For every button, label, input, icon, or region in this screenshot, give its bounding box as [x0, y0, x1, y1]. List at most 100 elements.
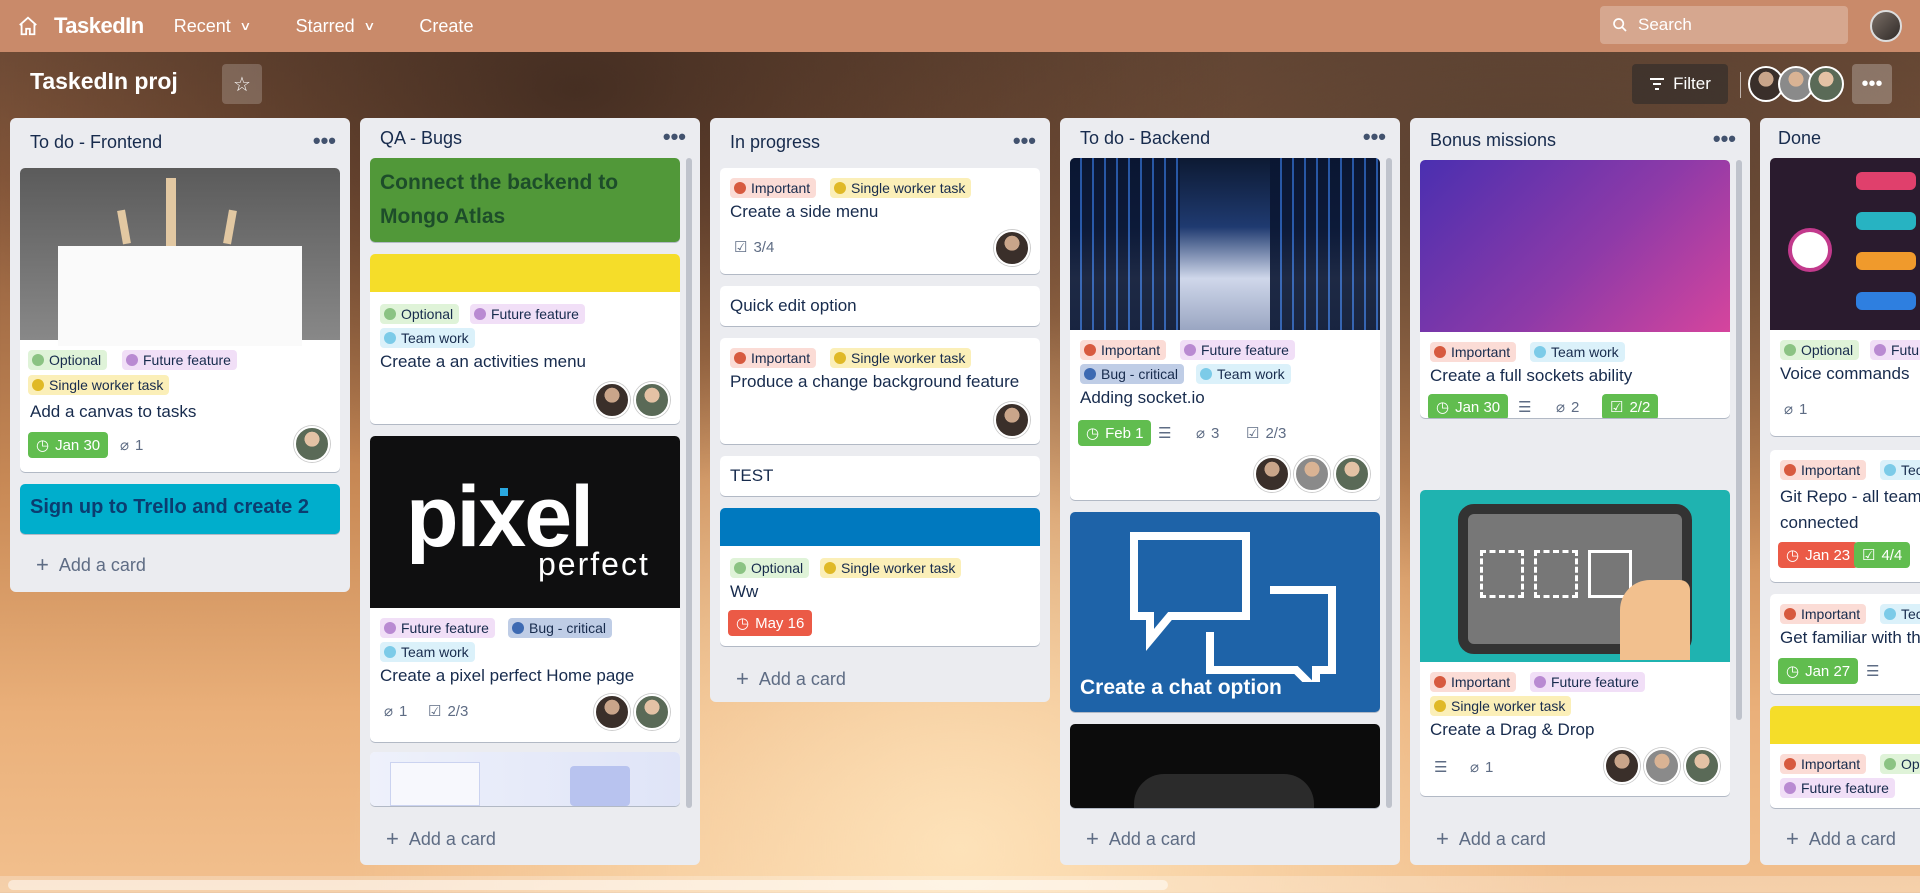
card-member-avatar[interactable] — [294, 426, 330, 462]
card-member-avatar[interactable] — [1254, 456, 1290, 492]
list-menu-icon[interactable]: ••• — [313, 128, 336, 154]
card-title: Produce a change background feature — [730, 372, 1020, 391]
label-important: Important — [1430, 342, 1517, 362]
search-input[interactable]: Search — [1600, 6, 1848, 44]
card-member-avatar[interactable] — [994, 402, 1030, 438]
plus-icon: + — [736, 666, 749, 691]
list-title[interactable]: QA - Bugs — [380, 128, 462, 149]
list-menu-icon[interactable]: ••• — [1713, 126, 1736, 152]
card-member-avatar[interactable] — [634, 382, 670, 418]
card-test[interactable]: TEST — [720, 456, 1040, 496]
label-important: Important — [1780, 460, 1867, 480]
card-cover-color — [720, 508, 1040, 546]
due-date-badge[interactable]: ◷ Jan 23 — [1778, 542, 1859, 568]
add-card-button[interactable]: + Add a card — [736, 666, 846, 692]
add-card-button[interactable]: + Add a card — [1786, 826, 1896, 852]
scrollbar[interactable] — [686, 158, 692, 808]
card-member-avatar[interactable] — [1684, 748, 1720, 784]
label-optional: Optional — [28, 350, 108, 370]
card-illustration[interactable] — [370, 752, 680, 806]
card-member-avatar[interactable] — [634, 694, 670, 730]
card-title: Create a Drag & Drop — [1430, 720, 1595, 739]
card-member-avatar[interactable] — [1334, 456, 1370, 492]
label-future-feature: Future feature — [1180, 340, 1295, 360]
star-icon[interactable]: ☆ — [222, 64, 262, 104]
list-menu-icon[interactable]: ••• — [663, 124, 686, 150]
add-card-button[interactable]: + Add a card — [386, 826, 496, 852]
card-change-background[interactable]: Important Single worker task Produce a c… — [720, 338, 1040, 444]
label-future-feature: Future feature — [122, 350, 237, 370]
home-icon[interactable] — [12, 10, 44, 42]
create-button[interactable]: Create — [419, 16, 473, 37]
recent-label: Recent — [173, 15, 231, 36]
scrollbar-thumb[interactable] — [8, 880, 1168, 890]
list-title[interactable]: To do - Backend — [1080, 128, 1210, 149]
clock-icon: ◷ — [36, 437, 50, 454]
card-title: Connect the backend to Mongo Atlas — [380, 171, 619, 228]
list-title[interactable]: Done — [1778, 128, 1821, 149]
card-git-repo[interactable]: Important Tec Git Repo - all team connec… — [1770, 450, 1920, 582]
divider — [1740, 72, 1741, 98]
board-header: TaskedIn proj ☆ Filter ••• — [0, 52, 1920, 112]
board-title[interactable]: TaskedIn proj — [30, 68, 178, 95]
board-members[interactable] — [1748, 66, 1844, 102]
card-chat-option[interactable]: Create a chat option — [1070, 512, 1380, 712]
scrollbar[interactable] — [1386, 158, 1392, 808]
add-card-button[interactable]: + Add a card — [1436, 826, 1546, 852]
card-sign-up[interactable]: Sign up to Trello and create 2 — [20, 484, 340, 534]
due-date-badge[interactable]: ◷ May 16 — [728, 610, 813, 636]
card-side-menu[interactable]: Important Single worker task Create a si… — [720, 168, 1040, 274]
card-member-avatar[interactable] — [994, 230, 1030, 266]
list-menu-icon[interactable]: ••• — [1363, 124, 1386, 150]
card-cover-color — [1770, 706, 1920, 744]
starred-menu[interactable]: Starred ∨ — [296, 16, 376, 37]
user-avatar[interactable] — [1870, 10, 1902, 42]
due-date-badge[interactable]: ◷ Feb 1 — [1078, 420, 1152, 446]
description-icon: ☰ — [1866, 663, 1880, 680]
more-icon[interactable]: ••• — [1852, 64, 1892, 104]
card-member-avatar[interactable] — [1604, 748, 1640, 784]
card-get-familiar[interactable]: Important Tec Get familiar with th ◷ Jan … — [1770, 594, 1920, 694]
card-drag-drop[interactable]: Important Future feature Single worker t… — [1420, 490, 1730, 796]
card-title: Add a canvas to tasks — [30, 402, 197, 421]
list-title[interactable]: To do - Frontend — [30, 132, 162, 153]
card-member-avatar[interactable] — [1644, 748, 1680, 784]
card-member-avatar[interactable] — [1294, 456, 1330, 492]
card-add-canvas[interactable]: Optional Future feature Single worker ta… — [20, 168, 340, 472]
card-connect-backend[interactable]: Connect the backend to Mongo Atlas — [370, 158, 680, 242]
checklist-icon: ☑ — [428, 703, 442, 720]
due-date-badge[interactable]: ◷ Jan 30 — [28, 432, 109, 458]
label-important: Important — [730, 348, 817, 368]
scrollbar[interactable] — [1736, 160, 1742, 720]
card-voice-commands[interactable]: Optional Futu Voice commands ⌀ 1 — [1770, 158, 1920, 436]
recent-menu[interactable]: Recent ∨ — [173, 15, 252, 37]
card-quick-edit[interactable]: Quick edit option — [720, 286, 1040, 326]
card-sockets-ability[interactable]: Important Team work Create a full socket… — [1420, 160, 1730, 418]
card-activities-menu[interactable]: Optional Future feature Team work Create… — [370, 254, 680, 424]
due-date-badge[interactable]: ◷ Jan 30 — [1428, 394, 1509, 418]
list-menu-icon[interactable]: ••• — [1013, 128, 1036, 154]
add-card-button[interactable]: + Add a card — [1086, 826, 1196, 852]
card-done-yellow[interactable]: Important Op Future feature — [1770, 706, 1920, 808]
label-important: Important — [1780, 754, 1867, 774]
list-title[interactable]: In progress — [730, 132, 820, 153]
card-title: Git Repo - all team connected — [1780, 487, 1920, 532]
description-icon: ☰ — [1434, 759, 1448, 776]
card-title: Create a full sockets ability — [1430, 366, 1633, 385]
due-date-badge[interactable]: ◷ Jan 27 — [1778, 658, 1859, 684]
card-socket-io[interactable]: Important Future feature Bug - critical … — [1070, 158, 1380, 500]
add-card-button[interactable]: + Add a card — [36, 552, 146, 578]
paperclip-icon: ⌀ — [1196, 425, 1206, 442]
member-avatar[interactable] — [1808, 66, 1844, 102]
card-node[interactable] — [1070, 724, 1380, 808]
filter-button[interactable]: Filter — [1632, 64, 1728, 104]
card-pixel-perfect[interactable]: pixel perfect Future feature Bug - criti… — [370, 436, 680, 742]
card-member-avatar[interactable] — [594, 382, 630, 418]
card-cover-illustration — [370, 752, 680, 806]
app-logo[interactable]: TaskedIn — [54, 13, 144, 39]
card-cover-node — [1134, 774, 1314, 808]
checklist-icon: ☑ — [1610, 399, 1624, 416]
card-ww[interactable]: Optional Single worker task Ww ◷ May 16 — [720, 508, 1040, 646]
card-member-avatar[interactable] — [594, 694, 630, 730]
list-title[interactable]: Bonus missions — [1430, 130, 1556, 151]
